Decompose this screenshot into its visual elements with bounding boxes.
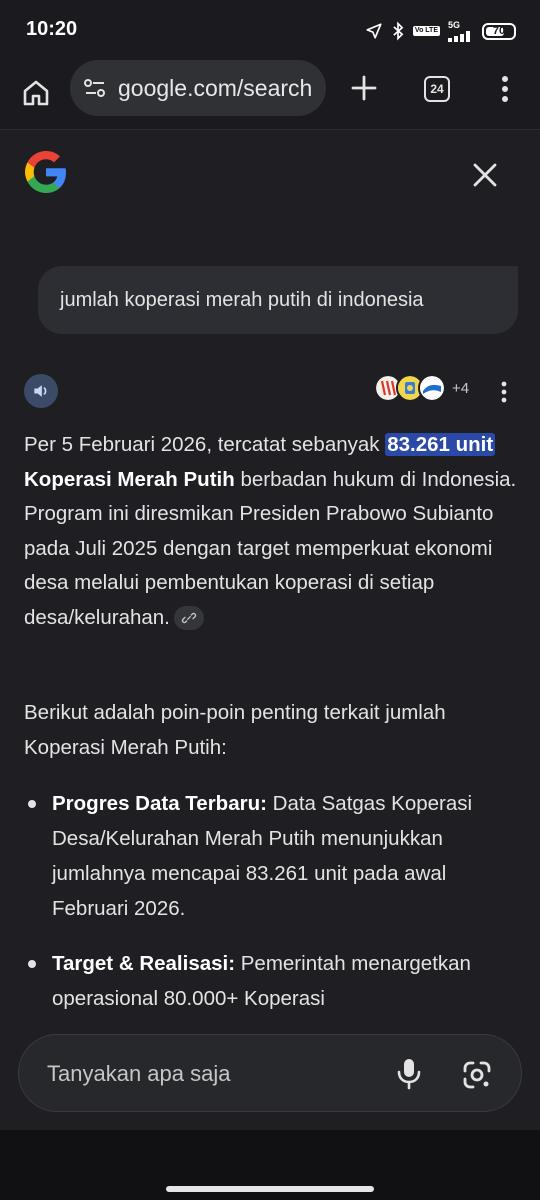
ask-input[interactable]: Tanyakan apa saja: [18, 1034, 522, 1112]
source-favicon: [418, 374, 446, 402]
answer-bold: Koperasi Merah Putih: [24, 467, 235, 491]
tabs-button[interactable]: 24: [424, 76, 450, 102]
list-item: Progres Data Terbaru: Data Satgas Kopera…: [24, 786, 524, 926]
bullet-title: Progres Data Terbaru:: [52, 792, 267, 815]
ask-input-placeholder[interactable]: Tanyakan apa saja: [47, 1061, 230, 1087]
battery-level: 70: [492, 25, 506, 37]
link-icon: [181, 612, 197, 624]
list-item: Target & Realisasi: Pemerintah menargetk…: [24, 946, 524, 1016]
status-time: 10:20: [26, 18, 78, 40]
network-type: 5G: [448, 19, 461, 30]
user-query-text: jumlah koperasi merah putih di indonesia: [60, 288, 424, 311]
source-link-chip[interactable]: [173, 606, 204, 631]
google-g-logo: [22, 148, 70, 196]
google-lens-icon: [463, 1061, 491, 1089]
answer-text: Per 5 Februari 2026, tercatat sebanyak: [24, 433, 386, 456]
bullet-title: Target & Realisasi:: [52, 952, 236, 975]
location-icon: [365, 22, 383, 40]
browser-toolbar: google.com/search 24: [0, 60, 540, 130]
status-bar: 10:20 Vo LTE 5G 70: [0, 0, 540, 60]
volte-badge: Vo LTE: [412, 26, 440, 36]
sources-more-count: +4: [452, 379, 470, 397]
plus-icon: [351, 75, 377, 101]
answer-text: berbadan hukum di Indonesia. Program ini…: [24, 467, 517, 629]
read-aloud-button[interactable]: [24, 374, 58, 408]
voice-search-button[interactable]: [395, 1057, 423, 1091]
site-settings-icon[interactable]: [82, 75, 108, 101]
answer-intro: Berikut adalah poin-poin penting terkait…: [24, 701, 446, 759]
sources-stack[interactable]: +4: [374, 374, 469, 402]
answer-paragraph: Per 5 Februari 2026, tercatat sebanyak 8…: [24, 428, 524, 635]
url-bar[interactable]: google.com/search: [70, 60, 326, 116]
tab-count: 24: [430, 82, 444, 96]
bluetooth-icon: [391, 21, 405, 41]
speaker-icon: [34, 385, 47, 397]
url-text[interactable]: google.com/search: [118, 75, 312, 102]
response-more-button[interactable]: [500, 380, 508, 404]
home-icon: [23, 80, 49, 106]
gesture-handle[interactable]: [166, 1186, 374, 1192]
battery-icon: 70: [482, 22, 516, 40]
microphone-icon: [397, 1059, 421, 1090]
close-button[interactable]: [470, 160, 500, 190]
bottom-input-area: Tanyakan apa saja: [0, 1022, 540, 1130]
home-button[interactable]: [20, 77, 52, 109]
signal-icon: 5G: [448, 19, 474, 42]
status-icons: Vo LTE 5G 70: [365, 20, 516, 42]
user-query-bubble: jumlah koperasi merah putih di indonesia: [38, 266, 518, 334]
answer-highlight: 83.261 unit: [385, 433, 496, 456]
answer-bullets: Progres Data Terbaru: Data Satgas Kopera…: [24, 786, 524, 1036]
lens-button[interactable]: [461, 1059, 493, 1091]
close-icon: [473, 163, 497, 187]
new-tab-button[interactable]: [350, 74, 378, 102]
browser-menu-button[interactable]: [498, 74, 512, 104]
more-vert-icon: [501, 381, 507, 403]
more-vert-icon: [502, 76, 508, 102]
